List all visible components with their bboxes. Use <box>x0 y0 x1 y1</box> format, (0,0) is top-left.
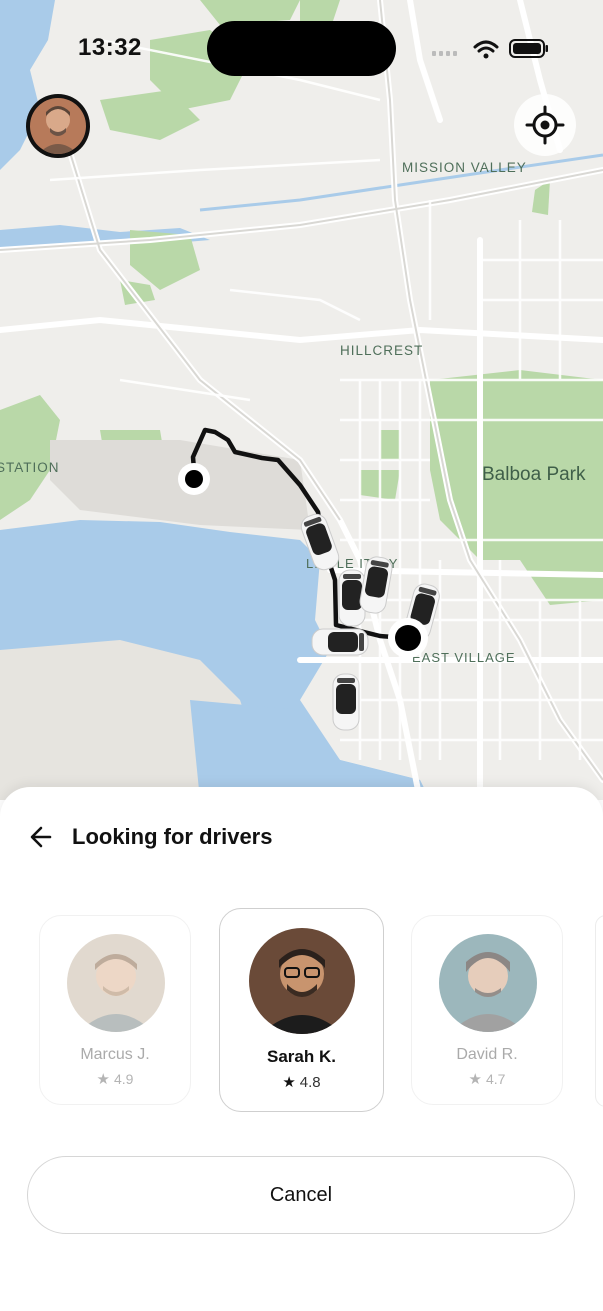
driver-name: Marcus J. <box>80 1046 150 1063</box>
cancel-button[interactable]: Cancel <box>27 1156 575 1234</box>
driver-photo <box>439 934 537 1032</box>
label-mission-valley: MISSION VALLEY <box>402 160 527 175</box>
profile-avatar <box>30 98 86 154</box>
car-icon <box>311 628 369 656</box>
map[interactable]: MISSION VALLEY HILLCREST STATION Balboa … <box>0 0 603 800</box>
driver-photo <box>67 934 165 1032</box>
car-icon <box>332 673 360 731</box>
wifi-dot <box>483 53 489 59</box>
driver-rating: ★ 4.9 <box>96 1071 134 1088</box>
status-bar: 13:32 <box>0 0 603 96</box>
locate-me-button[interactable] <box>514 94 576 156</box>
label-balboa-park: Balboa Park <box>482 464 586 485</box>
destination-marker <box>388 618 428 658</box>
back-button[interactable] <box>28 823 56 851</box>
label-east-village: EAST VILLAGE <box>412 650 516 665</box>
driver-search-sheet: Looking for drivers Marcus J. ★ 4.9 Sarah… <box>0 787 603 1311</box>
sheet-title: Looking for drivers <box>72 824 273 849</box>
driver-card-peek[interactable] <box>595 915 603 1107</box>
status-time: 13:32 <box>78 34 142 61</box>
driver-name: Sarah K. <box>267 1047 336 1066</box>
crosshair-icon <box>525 105 565 145</box>
dynamic-island <box>207 21 396 76</box>
driver-rating: ★ 4.8 <box>282 1074 321 1091</box>
label-hillcrest: HILLCREST <box>340 343 423 358</box>
cellular-signal-icon <box>432 51 457 56</box>
status-icons <box>432 39 548 59</box>
star-icon: ★ <box>96 1071 110 1088</box>
driver-card-david[interactable]: David R. ★ 4.7 <box>411 915 563 1105</box>
profile-avatar-button[interactable] <box>26 94 90 158</box>
star-icon: ★ <box>468 1071 482 1088</box>
driver-name: David R. <box>456 1046 518 1063</box>
label-station: STATION <box>0 460 60 475</box>
pickup-marker <box>178 463 210 495</box>
driver-card-marcus[interactable]: Marcus J. ★ 4.9 <box>39 915 191 1105</box>
arrow-left-icon <box>30 826 52 848</box>
driver-rating: ★ 4.7 <box>468 1071 506 1088</box>
battery-icon <box>509 39 548 58</box>
driver-photo <box>249 928 355 1034</box>
wifi-icon <box>473 40 499 53</box>
driver-card-sarah[interactable]: Sarah K. ★ 4.8 <box>219 908 384 1112</box>
star-icon: ★ <box>282 1074 296 1091</box>
